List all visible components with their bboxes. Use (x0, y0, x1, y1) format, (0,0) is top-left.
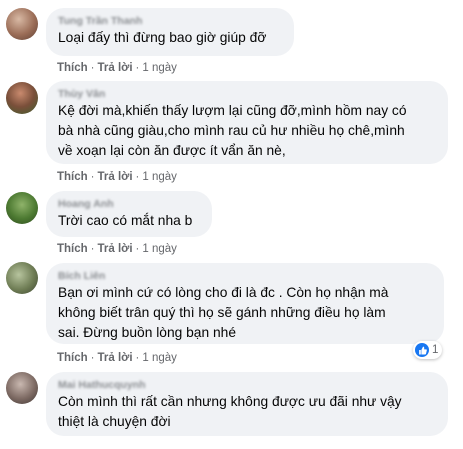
comment-bubble: Thùy Vân Kệ đời mà,khiến thấy lượm lại c… (46, 81, 448, 164)
reaction-count[interactable]: 1 (413, 341, 443, 359)
comment-actions: Thích · Trả lời · 1 ngày (57, 243, 177, 255)
like-button[interactable]: Thích (57, 352, 88, 364)
comment-bubble: Mai Hathucquynh Còn mình thì rất cần như… (46, 372, 448, 436)
reply-button[interactable]: Trả lời (98, 352, 133, 364)
avatar[interactable] (6, 8, 38, 40)
reaction-count-value: 1 (432, 344, 439, 356)
comment-timestamp[interactable]: 1 ngày (142, 171, 177, 183)
comment-timestamp[interactable]: 1 ngày (142, 62, 177, 74)
like-reaction-icon (415, 343, 429, 357)
comment-text: Trời cao có mắt nha b (58, 213, 193, 228)
comment-author[interactable]: Bích Liên (58, 270, 432, 283)
reply-button[interactable]: Trả lời (98, 171, 133, 183)
comment-text: Bạn ơi mình cứ có lòng cho đi là đc . Cò… (58, 285, 389, 340)
reply-button[interactable]: Trả lời (98, 62, 133, 74)
comment-text: Kệ đời mà,khiến thấy lượm lại cũng đỡ,mì… (58, 103, 407, 158)
reply-button[interactable]: Trả lời (98, 243, 133, 255)
comment-actions: Thích · Trả lời · 1 ngày (57, 62, 177, 74)
comment-actions: Thích · Trả lời · 1 ngày (57, 171, 177, 183)
comment-author[interactable]: Mai Hathucquynh (58, 379, 436, 392)
comment-timestamp[interactable]: 1 ngày (142, 243, 177, 255)
comment-actions: Thích · Trả lời · 1 ngày (57, 352, 177, 364)
avatar[interactable] (6, 82, 38, 114)
like-button[interactable]: Thích (57, 62, 88, 74)
comment-timestamp[interactable]: 1 ngày (142, 352, 177, 364)
like-button[interactable]: Thích (57, 243, 88, 255)
comment-bubble: Hoang Anh Trời cao có mắt nha b (46, 191, 212, 237)
comment-author[interactable]: Hoang Anh (58, 198, 200, 211)
comment-author[interactable]: Thùy Vân (58, 88, 436, 101)
avatar[interactable] (6, 372, 38, 404)
comment-bubble: Tung Trần Thanh Loại đấy thì đừng bao gi… (46, 8, 294, 56)
comment-text: Loại đấy thì đừng bao giờ giúp đỡ (58, 30, 267, 45)
avatar[interactable] (6, 262, 38, 294)
like-button[interactable]: Thích (57, 171, 88, 183)
comment-author[interactable]: Tung Trần Thanh (58, 15, 282, 28)
comment-bubble: Bích Liên Bạn ơi mình cứ có lòng cho đi … (46, 263, 444, 344)
avatar[interactable] (6, 192, 38, 224)
comment-text: Còn mình thì rất cần nhưng không được ưu… (58, 394, 402, 429)
